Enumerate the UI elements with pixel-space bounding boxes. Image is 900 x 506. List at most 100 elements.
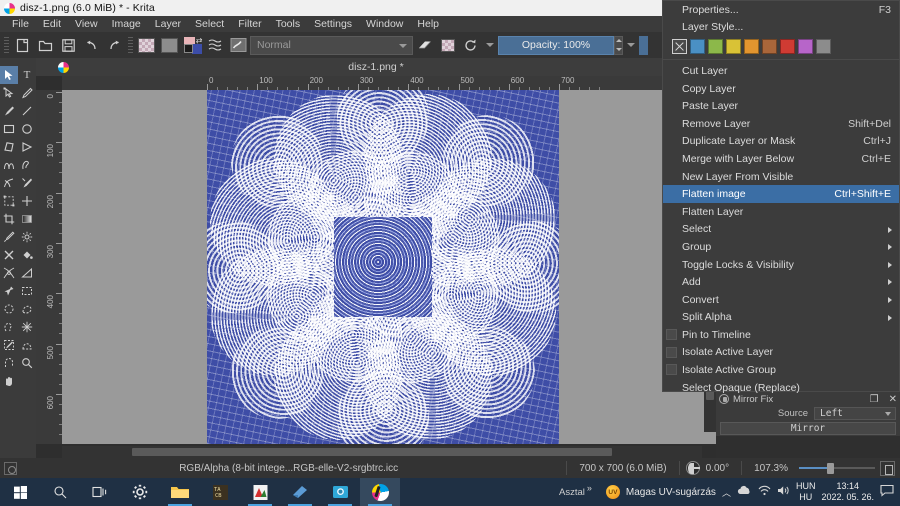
swatch-none[interactable]	[672, 39, 687, 55]
gray-swatch-icon[interactable]	[159, 35, 180, 56]
menu-item-select-opaque-replace[interactable]: Select Opaque (Replace)	[663, 379, 899, 397]
new-document-icon[interactable]	[12, 35, 33, 56]
menu-image[interactable]: Image	[105, 16, 148, 32]
menu-layer[interactable]: Layer	[148, 16, 188, 32]
menu-item-properties[interactable]: Properties... F3	[663, 1, 899, 19]
tool-magnetic-selection[interactable]	[0, 354, 18, 372]
swatch-color-8[interactable]	[816, 39, 831, 55]
tool-line[interactable]	[18, 102, 36, 120]
tool-select-shapes[interactable]	[0, 66, 18, 84]
desktop-peek-label[interactable]: Asztal	[559, 487, 585, 498]
mirror-source-select[interactable]: Left	[814, 406, 896, 420]
tool-dynamic-brush[interactable]	[0, 174, 18, 192]
menu-window[interactable]: Window	[359, 16, 410, 32]
menu-item-group[interactable]: Group	[663, 238, 899, 256]
save-icon[interactable]	[58, 35, 79, 56]
tool-pan[interactable]	[0, 372, 18, 390]
menu-help[interactable]: Help	[410, 16, 446, 32]
document-tab[interactable]: disz-1.png *	[36, 58, 716, 76]
search-icon[interactable]	[40, 478, 80, 506]
volume-icon[interactable]	[777, 485, 790, 499]
zoom-slider[interactable]	[799, 462, 875, 474]
tool-polygon[interactable]	[0, 138, 18, 156]
tool-polyline[interactable]	[18, 138, 36, 156]
action-center-icon[interactable]	[880, 484, 894, 500]
gradient-list-icon[interactable]	[205, 35, 226, 56]
swatch-color-4[interactable]	[744, 39, 759, 55]
tool-multibrush[interactable]	[18, 174, 36, 192]
start-button-icon[interactable]	[0, 478, 40, 506]
blending-mode-selector[interactable]: Normal	[250, 35, 413, 55]
menu-item-isolate-active-layer[interactable]: Isolate Active Layer	[663, 344, 899, 362]
canvas-viewport[interactable]	[62, 90, 716, 444]
menu-item-cut-layer[interactable]: Cut Layer	[663, 62, 899, 80]
toolbar-grip[interactable]	[4, 36, 9, 54]
menu-tools[interactable]: Tools	[269, 16, 308, 32]
tool-transform[interactable]	[0, 192, 18, 210]
brush-preset-icon[interactable]	[228, 35, 249, 56]
menu-item-new-layer-from-visible[interactable]: New Layer From Visible	[663, 168, 899, 186]
tool-fill[interactable]	[18, 246, 36, 264]
network-icon[interactable]	[758, 485, 771, 499]
menu-item-paste-layer[interactable]: Paste Layer	[663, 97, 899, 115]
canvas-artwork[interactable]	[207, 90, 559, 444]
eraser-icon[interactable]	[414, 35, 435, 56]
overflow-chevron-icon[interactable]: »	[587, 483, 592, 493]
menu-filter[interactable]: Filter	[231, 16, 268, 32]
chevron-up-icon[interactable]: ︿	[722, 486, 731, 499]
alpha-lock-icon[interactable]	[437, 35, 458, 56]
open-file-icon[interactable]	[35, 35, 56, 56]
swatch-color-2[interactable]	[708, 39, 723, 55]
tool-rectangle[interactable]	[0, 120, 18, 138]
keyboard-layout-indicator[interactable]: HUN HU	[796, 481, 816, 503]
menu-item-add[interactable]: Add	[663, 273, 899, 291]
mirror-button[interactable]: Mirror	[720, 422, 896, 435]
menu-settings[interactable]: Settings	[307, 16, 359, 32]
camera-app-icon[interactable]	[320, 478, 360, 506]
weather-text[interactable]: Magas UV-sugárzás	[626, 487, 716, 498]
tool-crop[interactable]	[0, 210, 18, 228]
menu-item-split-alpha[interactable]: Split Alpha	[663, 309, 899, 327]
tool-reference-images[interactable]	[0, 282, 18, 300]
tool-smart-patch[interactable]	[0, 246, 18, 264]
transparency-checker-icon[interactable]	[136, 35, 157, 56]
tool-polygonal-selection[interactable]	[18, 300, 36, 318]
tool-color-sampler[interactable]	[0, 228, 18, 246]
menu-item-merge-with-layer-below[interactable]: Merge with Layer Below Ctrl+E	[663, 150, 899, 168]
redo-icon[interactable]	[104, 35, 125, 56]
sticky-notes-icon[interactable]	[280, 478, 320, 506]
chevron-down-icon-3[interactable]	[627, 43, 635, 47]
menu-item-duplicate-layer-or-mask[interactable]: Duplicate Layer or Mask Ctrl+J	[663, 133, 899, 151]
zoom-level-value[interactable]: 107.3%	[748, 463, 794, 474]
checkbox-icon[interactable]	[666, 364, 677, 376]
tool-bezier-curve[interactable]	[0, 156, 18, 174]
menu-item-toggle-locks-visibility[interactable]: Toggle Locks & Visibility	[663, 256, 899, 274]
menu-select[interactable]: Select	[188, 16, 231, 32]
menu-item-select[interactable]: Select	[663, 221, 899, 239]
tool-gradient[interactable]	[18, 210, 36, 228]
menu-item-layer-style[interactable]: Layer Style...	[663, 19, 899, 37]
fit-to-page-button[interactable]	[880, 460, 895, 476]
chevron-down-icon-2[interactable]	[486, 43, 494, 47]
tool-rectangular-selection[interactable]	[18, 282, 36, 300]
swatch-color-1[interactable]	[690, 39, 705, 55]
settings-gear-icon[interactable]	[120, 478, 160, 506]
tool-elliptical-selection[interactable]	[0, 300, 18, 318]
foreground-background-color-icon[interactable]: ⇄	[182, 35, 203, 56]
onedrive-icon[interactable]	[737, 485, 752, 499]
tool-freehand-selection[interactable]	[0, 318, 18, 336]
clock[interactable]: 13:14 2022. 05. 26.	[821, 481, 874, 503]
flow-field[interactable]	[639, 35, 648, 55]
swatch-color-5[interactable]	[762, 39, 777, 55]
canvas-rotation-value[interactable]: 0.00°	[700, 463, 735, 474]
tool-colorize-mask[interactable]	[18, 228, 36, 246]
file-explorer-icon[interactable]	[160, 478, 200, 506]
menu-item-pin-to-timeline[interactable]: Pin to Timeline	[663, 326, 899, 344]
menu-file[interactable]: File	[5, 16, 36, 32]
tool-assistant[interactable]	[0, 264, 18, 282]
text-editor-icon[interactable]: TA CB	[200, 478, 240, 506]
tool-freehand-brush[interactable]	[0, 102, 18, 120]
krita-taskbar-icon[interactable]	[360, 478, 400, 506]
tool-zoom[interactable]	[18, 354, 36, 372]
opacity-field[interactable]: Opacity: 100%	[498, 35, 614, 55]
